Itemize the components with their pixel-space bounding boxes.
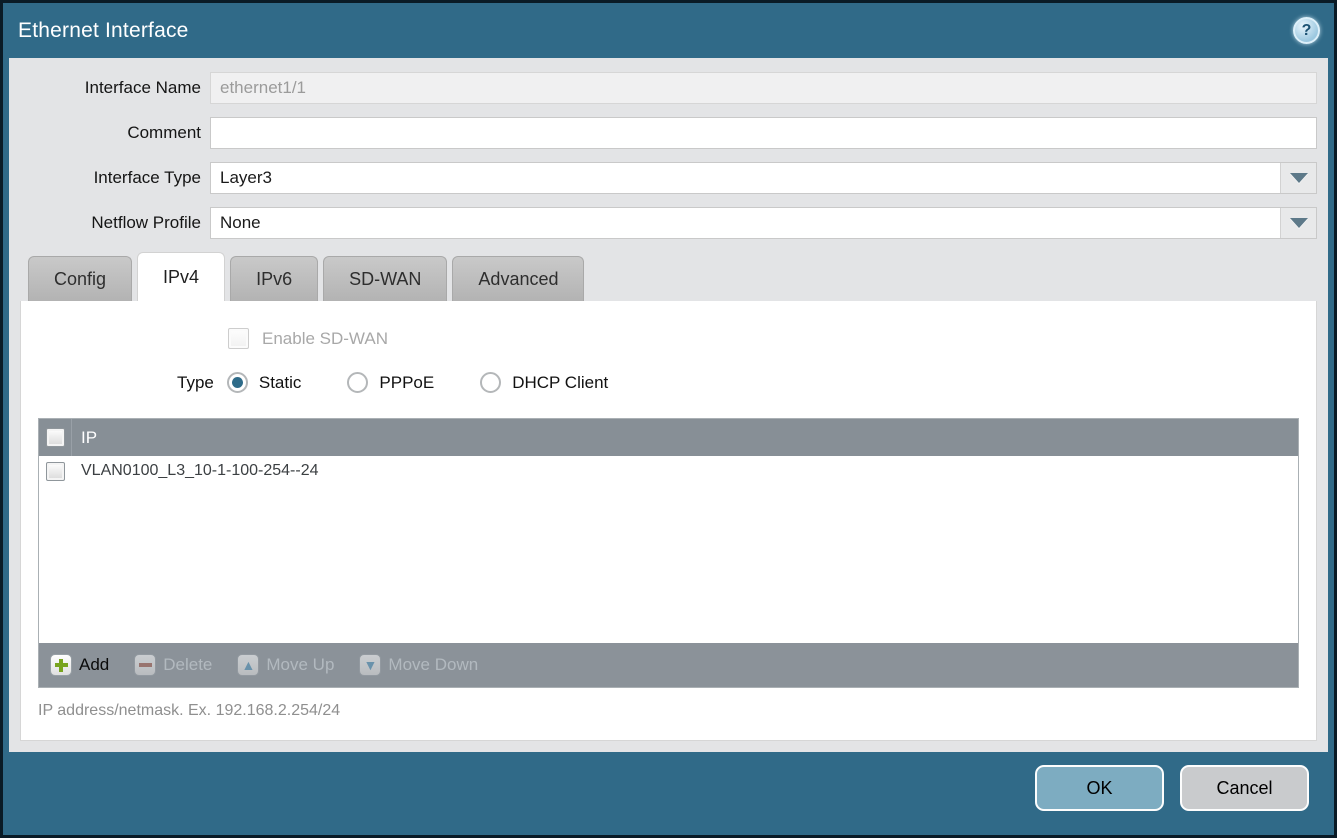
radio-pppoe-label: PPPoE <box>379 373 434 393</box>
type-row: Type Static PPPoE DHCP Client <box>177 372 1316 393</box>
dialog-title: Ethernet Interface <box>18 19 189 43</box>
netflow-profile-row: Netflow Profile None <box>20 207 1317 239</box>
select-all-cell <box>39 419 72 456</box>
ip-table-header: IP <box>39 419 1298 456</box>
interface-name-label: Interface Name <box>20 78 210 98</box>
comment-input[interactable] <box>210 117 1317 149</box>
dialog-body: Interface Name Comment Interface Type La… <box>9 58 1328 752</box>
interface-type-value: Layer3 <box>220 168 272 188</box>
add-button[interactable]: Add <box>50 654 109 676</box>
ethernet-interface-dialog: Ethernet Interface ? Interface Name Comm… <box>0 0 1337 838</box>
interface-type-dropdown-button[interactable] <box>1280 163 1316 193</box>
tab-ipv4[interactable]: IPv4 <box>137 252 225 301</box>
ip-column-header: IP <box>72 428 97 448</box>
type-label: Type <box>177 373 214 393</box>
interface-name-input <box>210 72 1317 104</box>
tab-advanced[interactable]: Advanced <box>452 256 584 301</box>
chevron-down-icon <box>1290 218 1308 228</box>
tab-ipv6[interactable]: IPv6 <box>230 256 318 301</box>
delete-button[interactable]: Delete <box>134 654 212 676</box>
help-icon[interactable]: ? <box>1293 17 1320 44</box>
netflow-profile-dropdown-button[interactable] <box>1280 208 1316 238</box>
enable-sdwan-checkbox[interactable] <box>228 328 249 349</box>
interface-type-label: Interface Type <box>20 168 210 188</box>
radio-static-label: Static <box>259 373 302 393</box>
arrow-down-icon: ▼ <box>359 654 381 676</box>
move-up-button[interactable]: ▲ Move Up <box>237 654 334 676</box>
ip-row-value: VLAN0100_L3_10-1-100-254--24 <box>72 462 319 480</box>
interface-type-row: Interface Type Layer3 <box>20 162 1317 194</box>
comment-row: Comment <box>20 117 1317 149</box>
radio-static[interactable] <box>227 372 248 393</box>
netflow-profile-value: None <box>220 213 261 233</box>
dialog-titlebar: Ethernet Interface ? <box>3 3 1334 58</box>
table-toolbar: Add Delete ▲ Move Up ▼ Move Down <box>39 643 1298 687</box>
ip-table: IP VLAN0100_L3_10-1-100-254--24 Add <box>38 418 1299 688</box>
radio-pppoe[interactable] <box>347 372 368 393</box>
tab-sdwan[interactable]: SD-WAN <box>323 256 447 301</box>
select-all-checkbox[interactable] <box>46 428 65 447</box>
minus-icon <box>134 654 156 676</box>
row-checkbox-cell <box>39 456 72 486</box>
enable-sdwan-label: Enable SD-WAN <box>262 329 388 349</box>
ok-button[interactable]: OK <box>1035 765 1164 811</box>
move-down-button[interactable]: ▼ Move Down <box>359 654 478 676</box>
table-empty-area <box>39 486 1298 643</box>
cancel-button[interactable]: Cancel <box>1180 765 1309 811</box>
radio-dhcp-client[interactable] <box>480 372 501 393</box>
tab-strip: Config IPv4 IPv6 SD-WAN Advanced <box>20 252 1317 301</box>
enable-sdwan-row: Enable SD-WAN <box>228 301 1316 349</box>
ipv4-tab-panel: Enable SD-WAN Type Static PPPoE DHCP Cli… <box>20 301 1317 741</box>
interface-type-dropdown[interactable]: Layer3 <box>210 162 1317 194</box>
ip-helper-text: IP address/netmask. Ex. 192.168.2.254/24 <box>38 702 1316 720</box>
plus-icon <box>50 654 72 676</box>
comment-label: Comment <box>20 123 210 143</box>
radio-dhcp-client-label: DHCP Client <box>512 373 608 393</box>
chevron-down-icon <box>1290 173 1308 183</box>
arrow-up-icon: ▲ <box>237 654 259 676</box>
table-row[interactable]: VLAN0100_L3_10-1-100-254--24 <box>39 456 1298 486</box>
tab-config[interactable]: Config <box>28 256 132 301</box>
dialog-footer: OK Cancel <box>3 752 1334 835</box>
interface-name-row: Interface Name <box>20 72 1317 104</box>
netflow-profile-label: Netflow Profile <box>20 213 210 233</box>
netflow-profile-dropdown[interactable]: None <box>210 207 1317 239</box>
row-checkbox[interactable] <box>46 462 65 481</box>
